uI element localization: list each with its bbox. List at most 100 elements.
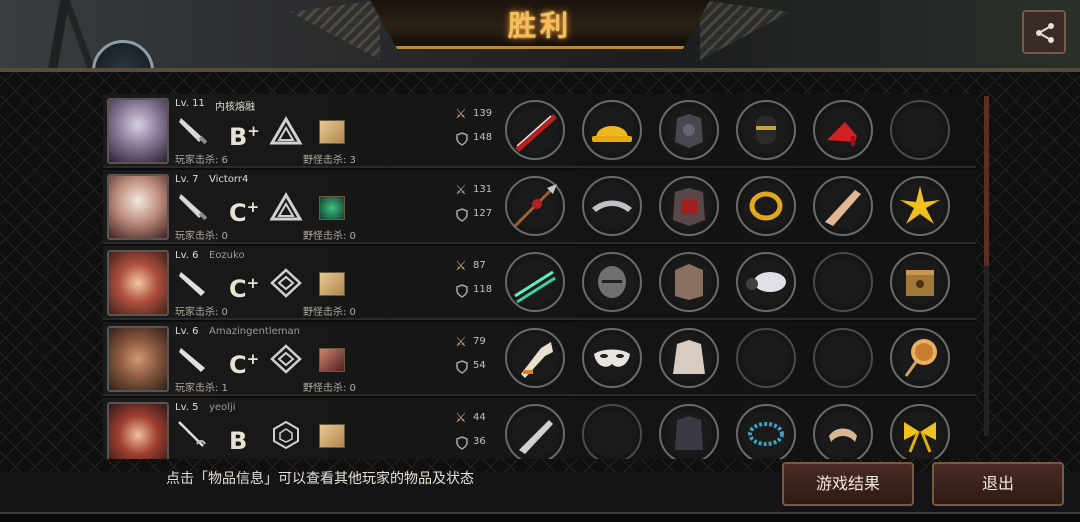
player-level: Lv. 6 <box>175 250 199 261</box>
item-slot-arm[interactable] <box>736 100 796 160</box>
baton-icon <box>179 348 205 372</box>
item-slot-chest[interactable] <box>659 404 719 459</box>
player-level: Lv. 7 <box>175 174 199 185</box>
baton-icon <box>179 272 205 296</box>
player-kills: 玩家击杀: 0 <box>175 231 228 242</box>
mask-icon <box>594 349 630 367</box>
player-level: Lv. 11 <box>175 98 205 109</box>
diamond-emblem-icon <box>270 268 302 298</box>
bottom-bar <box>0 512 1080 522</box>
player-level: Lv. 6 <box>175 326 199 337</box>
player-kills: 玩家击杀: 1 <box>175 383 228 394</box>
item-slot-arm[interactable] <box>736 328 796 388</box>
leg-icon <box>825 190 861 226</box>
results-panel: Lv. 11 内核熔融 B+ 玩家击杀: 6 野怪击杀: 3 ⚔ 139 148… <box>0 68 1080 472</box>
scrollbar[interactable] <box>984 96 989 436</box>
gauntlet-icon <box>756 116 776 144</box>
shield-icon <box>456 284 468 298</box>
character-mini-icon <box>319 120 345 144</box>
item-slot-head[interactable] <box>582 328 642 388</box>
gold-bracelet-icon <box>749 191 783 221</box>
player-name: Eozuko <box>209 250 245 261</box>
item-slot-weapon[interactable] <box>505 100 565 160</box>
monster-kills: 野怪击杀: 0 <box>303 383 356 394</box>
defense-value: 118 <box>473 284 493 295</box>
shield-icon <box>456 132 468 146</box>
supply-box-icon <box>906 270 934 296</box>
swords-icon: ⚔ <box>455 411 467 426</box>
item-slot-weapon[interactable] <box>505 328 565 388</box>
game-result-button[interactable]: 游戏结果 <box>782 462 914 506</box>
item-slot-head[interactable] <box>582 176 642 236</box>
knife-icon <box>519 420 553 454</box>
item-slot-accessory[interactable] <box>890 328 950 388</box>
hand-fan-icon <box>904 339 937 377</box>
player-portrait <box>107 98 169 164</box>
player-name: yeolji <box>209 402 236 413</box>
player-portrait <box>107 402 169 459</box>
item-slot-chest[interactable] <box>659 176 719 236</box>
triangle-emblem-icon <box>269 192 303 221</box>
item-slot-head[interactable] <box>582 252 642 312</box>
item-slot-head[interactable] <box>582 100 642 160</box>
monster-kills: 野怪击杀: 0 <box>303 231 356 242</box>
item-slot-chest[interactable] <box>659 328 719 388</box>
item-slot-arm[interactable] <box>736 404 796 459</box>
rank-badge: C+ <box>229 350 260 379</box>
attack-value: 79 <box>473 336 486 347</box>
bone-club-icon <box>521 342 553 378</box>
player-name: Victorr4 <box>209 174 249 185</box>
item-slot-accessory[interactable] <box>890 176 950 236</box>
item-slot-weapon[interactable] <box>505 252 565 312</box>
player-portrait <box>107 174 169 240</box>
glowing-blades-icon <box>514 270 556 304</box>
rank-badge: C+ <box>229 198 260 227</box>
item-slot-accessory[interactable] <box>890 404 950 459</box>
item-slot-weapon[interactable] <box>505 176 565 236</box>
monster-kills: 野怪击杀: 3 <box>303 155 356 166</box>
player-row[interactable]: Lv. 6 Eozuko C+ 玩家击杀: 0 野怪击杀: 0 ⚔ 87 118 <box>103 246 976 320</box>
attack-value: 87 <box>473 260 486 271</box>
player-row[interactable]: Lv. 5 yeolji B ⚔ 44 36 <box>103 398 976 459</box>
armor-icon <box>675 264 703 300</box>
defense-value: 36 <box>473 436 486 447</box>
player-portrait <box>107 326 169 392</box>
item-slot-chest[interactable] <box>659 252 719 312</box>
player-row[interactable]: Lv. 6 Amazingentleman C+ 玩家击杀: 1 野怪击杀: 0… <box>103 322 976 396</box>
player-kills: 玩家击杀: 6 <box>175 155 228 166</box>
player-name: 内核熔融 <box>215 102 255 113</box>
attack-value: 44 <box>473 412 486 423</box>
rank-badge: B+ <box>229 122 260 151</box>
item-slot-weapon[interactable] <box>505 404 565 459</box>
bandage-arm-icon <box>746 272 786 292</box>
player-row[interactable]: Lv. 7 Victorr4 C+ 玩家击杀: 0 野怪击杀: 0 ⚔ 131 … <box>103 170 976 244</box>
victory-title: 胜利 <box>507 9 572 42</box>
item-slot-leg[interactable] <box>813 176 873 236</box>
hardhat-icon <box>592 126 632 142</box>
rapier-icon <box>178 421 206 447</box>
item-slot-chest[interactable] <box>659 100 719 160</box>
share-button[interactable] <box>1022 10 1066 54</box>
scrollbar-thumb[interactable] <box>984 96 989 266</box>
player-row[interactable]: Lv. 11 内核熔融 B+ 玩家击杀: 6 野怪击杀: 3 ⚔ 139 148 <box>103 94 976 168</box>
item-slot-accessory[interactable] <box>890 252 950 312</box>
item-slot-arm[interactable] <box>736 176 796 236</box>
armor-icon <box>675 114 703 148</box>
player-name: Amazingentleman <box>209 326 300 337</box>
item-slot-leg[interactable] <box>813 404 873 459</box>
item-slot-accessory[interactable] <box>890 100 950 160</box>
item-slot-leg[interactable] <box>813 328 873 388</box>
exit-button[interactable]: 退出 <box>932 462 1064 506</box>
character-mini-icon <box>319 424 345 448</box>
character-mini-icon <box>319 272 345 296</box>
attack-value: 139 <box>473 108 493 119</box>
player-portrait <box>107 250 169 316</box>
item-slot-leg[interactable] <box>813 100 873 160</box>
player-list[interactable]: Lv. 11 内核熔融 B+ 玩家击杀: 6 野怪击杀: 3 ⚔ 139 148… <box>103 94 976 459</box>
bones-icon <box>829 428 857 442</box>
item-slot-arm[interactable] <box>736 252 796 312</box>
defense-value: 54 <box>473 360 486 371</box>
item-slot-head[interactable] <box>582 404 642 459</box>
player-level: Lv. 5 <box>175 402 199 413</box>
item-slot-leg[interactable] <box>813 252 873 312</box>
